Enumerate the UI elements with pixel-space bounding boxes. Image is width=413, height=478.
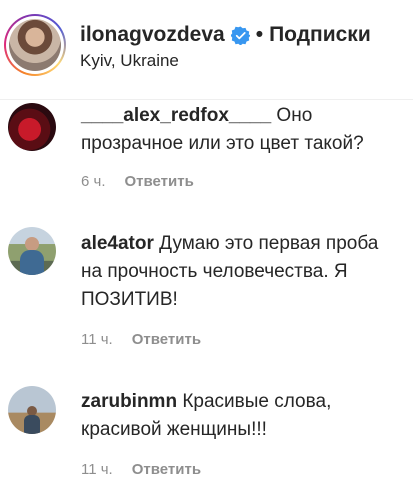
profile-avatar[interactable] [4,14,66,76]
following-button[interactable]: Подписки [269,23,371,47]
post-location[interactable]: Kyiv, Ukraine [80,51,179,71]
post-author-username[interactable]: ilonagvozdeva [80,23,225,47]
post-header: ilonagvozdeva • Подписки Kyiv, Ukraine [0,0,413,100]
comment-text-block: ____alex_redfox____ Оно прозрачное или э… [81,102,403,158]
commenter-username[interactable]: ale4ator [81,233,154,254]
comment-timestamp[interactable]: 11 ч. [81,461,113,478]
commenter-avatar[interactable] [8,103,56,151]
comment-text-block: ale4ator Думаю это первая проба на прочн… [81,230,403,314]
commenter-username[interactable]: ____alex_redfox____ [81,105,271,126]
commenter-username[interactable]: zarubinmn [81,391,177,412]
commenter-avatar[interactable] [8,386,56,434]
reply-button[interactable]: Ответить [125,173,194,190]
comment-text-block: zarubinmn Красивые слова, красивой женщи… [81,388,403,444]
instagram-post-comments: ilonagvozdeva • Подписки Kyiv, Ukraine _… [0,0,413,478]
verified-badge-icon [230,25,251,45]
comment-timestamp[interactable]: 11 ч. [81,331,113,348]
reply-button[interactable]: Ответить [132,331,201,348]
avatar-image [9,19,61,71]
separator-dot: • [255,23,264,46]
reply-button[interactable]: Ответить [132,461,201,478]
comment-timestamp[interactable]: 6 ч. [81,173,106,190]
commenter-avatar[interactable] [8,227,56,275]
